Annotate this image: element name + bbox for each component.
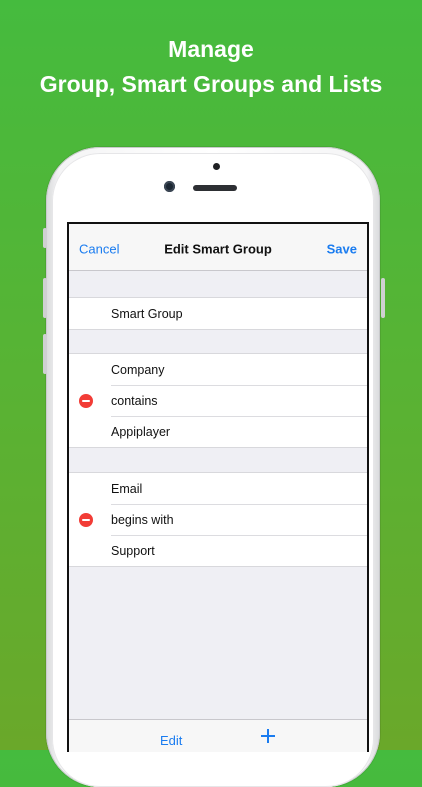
phone-front-camera-icon — [164, 181, 175, 192]
rule-operator-cell[interactable]: begins with — [69, 504, 367, 535]
phone-speaker — [193, 185, 237, 191]
rule-operator-label: begins with — [111, 512, 174, 527]
rule-value-cell[interactable]: Support — [69, 535, 367, 566]
delete-rule-minus-icon[interactable] — [79, 393, 93, 408]
cancel-button[interactable]: Cancel — [79, 242, 119, 257]
rule-section-1: Company contains Appiplayer — [69, 353, 367, 448]
bottom-toolbar: Edit — [69, 719, 367, 752]
save-button[interactable]: Save — [327, 242, 357, 257]
headline-line-2: Group, Smart Groups and Lists — [39, 71, 383, 97]
phone-volume-down-button — [43, 334, 47, 374]
rule-section-2: Email begins with Support — [69, 472, 367, 567]
phone-volume-up-button — [43, 278, 47, 318]
rule-field-cell[interactable]: Email — [69, 473, 367, 504]
rule-value-label: Appiplayer — [111, 424, 171, 439]
rule-value-label: Support — [111, 543, 155, 558]
group-name-value: Smart Group — [111, 306, 183, 321]
rule-value-cell[interactable]: Appiplayer — [69, 416, 367, 447]
delete-rule-minus-icon[interactable] — [79, 512, 93, 527]
headline-line-1: Manage — [168, 36, 254, 62]
plus-icon[interactable] — [261, 729, 275, 743]
phone-screen: Cancel Edit Smart Group Save Smart Group… — [67, 222, 369, 752]
phone-proximity-sensor — [213, 163, 220, 170]
name-section: Smart Group — [69, 297, 367, 330]
rule-field-label: Email — [111, 481, 143, 496]
toolbar-edit-button[interactable]: Edit — [160, 733, 182, 748]
rule-field-cell[interactable]: Company — [69, 354, 367, 385]
rule-operator-cell[interactable]: contains — [69, 385, 367, 416]
rule-field-label: Company — [111, 362, 165, 377]
phone-power-button — [381, 278, 385, 318]
navigation-bar: Cancel Edit Smart Group Save — [69, 224, 367, 271]
rule-operator-label: contains — [111, 393, 158, 408]
phone-silent-switch — [43, 228, 47, 248]
group-name-field[interactable]: Smart Group — [69, 298, 367, 329]
